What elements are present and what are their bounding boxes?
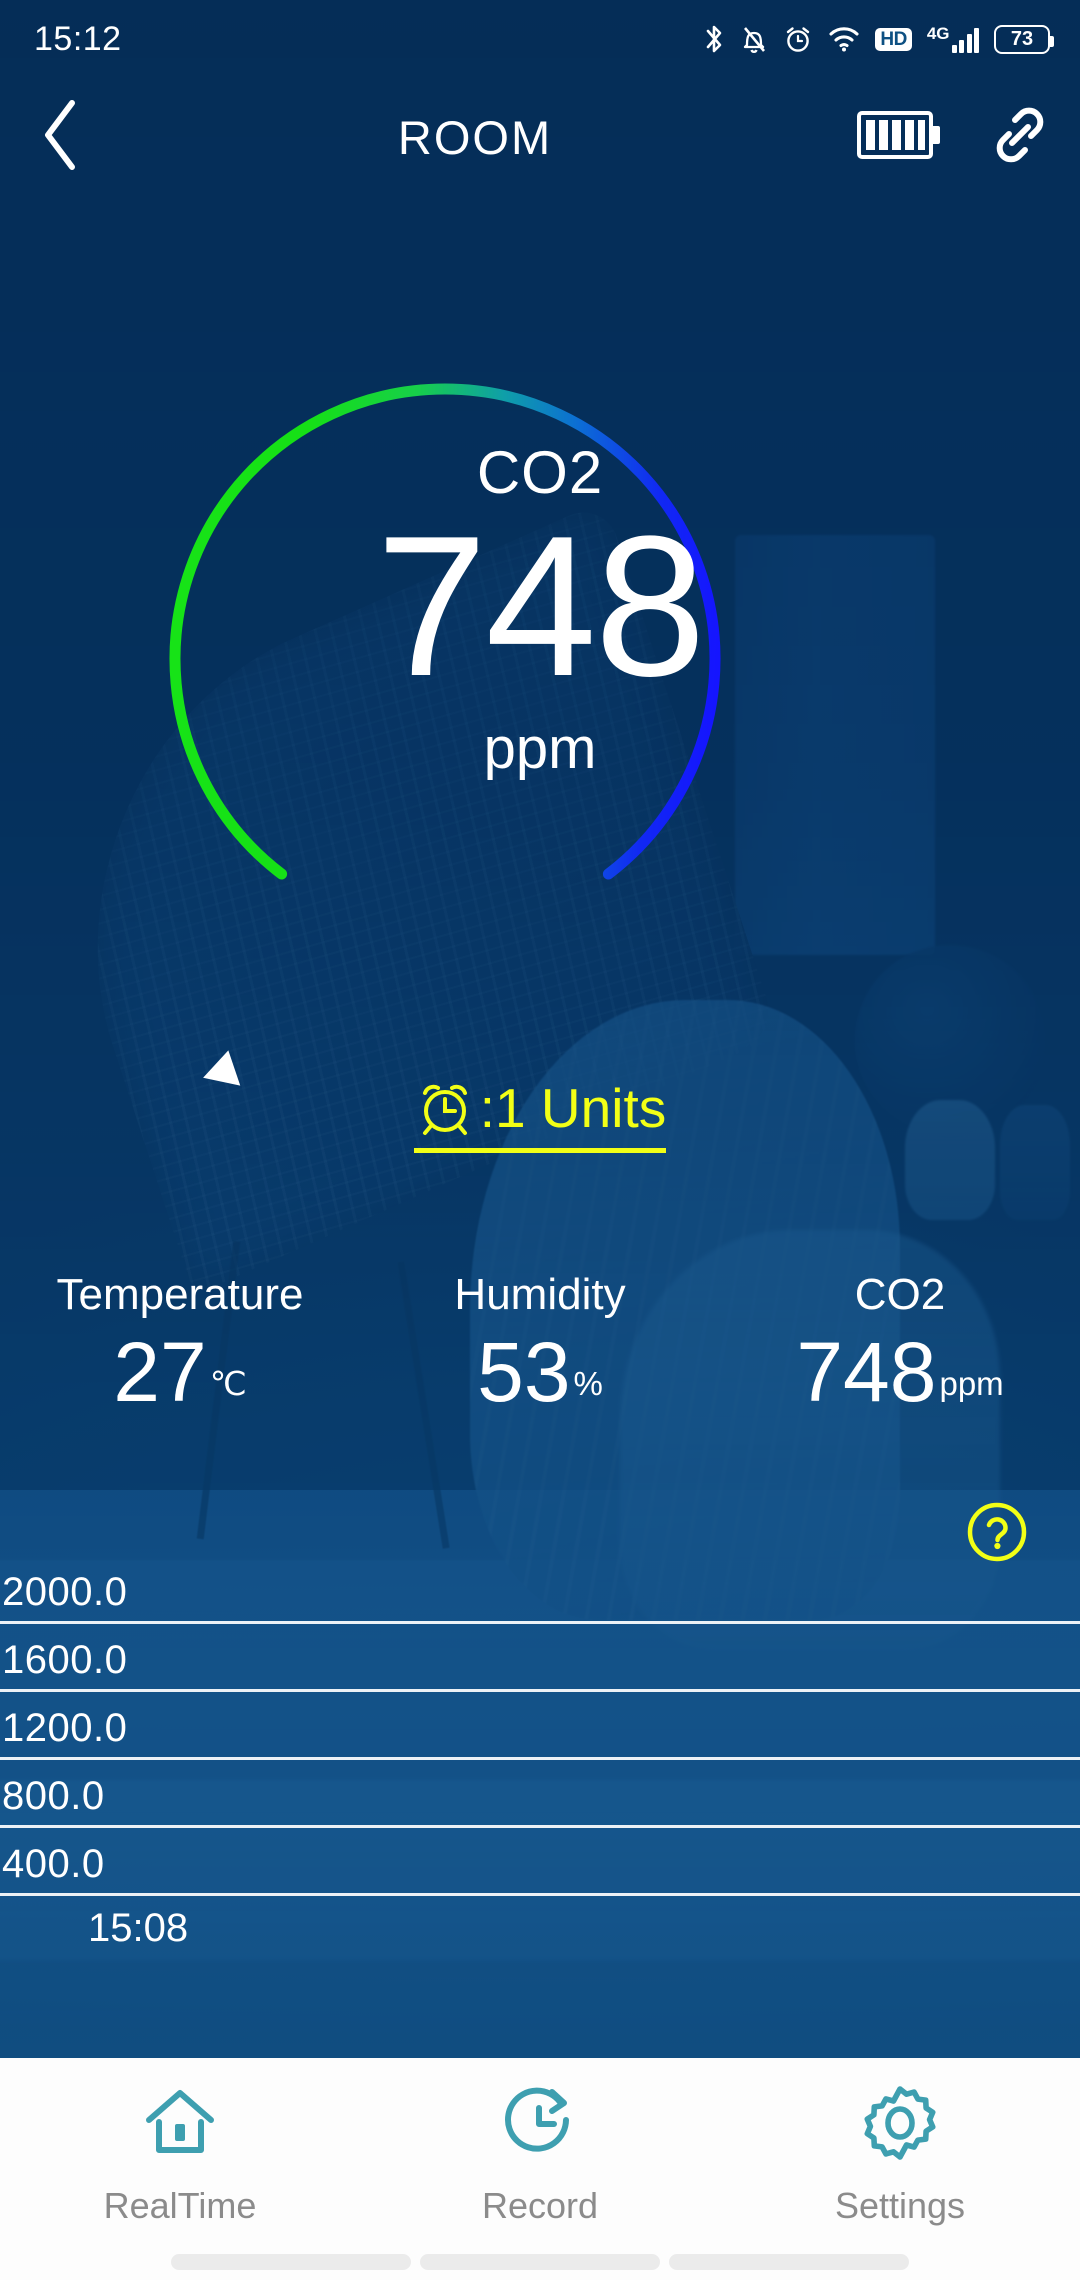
gesture-bar: [669, 2254, 909, 2270]
alarm-clock-icon: [414, 1075, 476, 1142]
metric-unit: ℃: [209, 1365, 247, 1403]
gesture-navigation-bars[interactable]: [0, 2254, 1080, 2280]
gear-icon: [857, 2080, 943, 2171]
home-icon: [137, 2080, 223, 2171]
metric-value: 53: [477, 1325, 571, 1419]
metric-humidity: Humidity 53 %: [360, 1270, 720, 1419]
status-bar-clock: 15:12: [34, 19, 122, 58]
alarm-icon: [783, 24, 813, 54]
chart-gridline: 800.0: [0, 1760, 1080, 1828]
co2-gauge: CO2 748 ppm: [0, 230, 1080, 1086]
device-battery-icon: [857, 109, 943, 166]
hd-icon: HD: [875, 27, 912, 51]
chart-gridline: 400.0: [0, 1828, 1080, 1896]
bluetooth-icon: [703, 23, 725, 55]
chart-y-tick: 1200.0: [2, 1706, 128, 1750]
metric-title: Humidity: [454, 1270, 626, 1319]
help-circle-icon: [965, 1502, 1029, 1568]
chart-y-tick: 2000.0: [2, 1570, 128, 1614]
metric-unit: ppm: [939, 1365, 1004, 1403]
nav-item-record[interactable]: Record: [360, 2080, 720, 2227]
nav-label: Settings: [834, 2185, 966, 2226]
chart-gridline: 1200.0: [0, 1692, 1080, 1760]
metric-value: 748: [796, 1325, 937, 1419]
bottom-navigation: RealTime Record Settings: [0, 2058, 1080, 2280]
metric-unit: %: [573, 1365, 603, 1403]
chevron-left-icon: [36, 97, 84, 178]
app-header: ROOM: [0, 82, 1080, 192]
gesture-bar: [420, 2254, 660, 2270]
help-button[interactable]: [965, 1500, 1029, 1569]
alarm-row: :1 Units: [0, 1075, 1080, 1153]
gauge-arc: [169, 383, 721, 880]
chart-y-tick: 800.0: [2, 1774, 105, 1818]
back-button[interactable]: [0, 97, 120, 178]
status-bar: 15:12 HD 4G 73: [0, 0, 1080, 78]
chart-x-axis: 15:08: [0, 1896, 1080, 1966]
alarm-units-button[interactable]: :1 Units: [413, 1075, 667, 1153]
metric-temperature: Temperature 27 ℃: [0, 1270, 360, 1419]
app-root: 15:12 HD 4G 73 ROOM CO2 748 ppm:1 Units…: [0, 0, 1080, 2280]
bell-muted-icon: [740, 24, 768, 54]
link-icon: [987, 102, 1053, 173]
metric-value: 27: [113, 1325, 207, 1419]
status-bar-icons: HD 4G 73: [703, 23, 1054, 55]
battery-icon: 73: [994, 24, 1054, 54]
chart-x-tick: 15:08: [88, 1906, 189, 1950]
co2-history-chart[interactable]: 2000.0 1600.0 1200.0 800.0 400.0 15:08: [0, 1556, 1080, 1950]
chart-gridline: 1600.0: [0, 1624, 1080, 1692]
gesture-bar: [171, 2254, 411, 2270]
alarm-units-label: :1 Units: [479, 1077, 667, 1139]
nav-label: RealTime: [103, 2185, 257, 2226]
nav-item-settings[interactable]: Settings: [720, 2080, 1080, 2227]
clock-history-icon: [497, 2080, 583, 2171]
chart-y-tick: 400.0: [2, 1842, 105, 1886]
metric-title: CO2: [854, 1270, 946, 1319]
wifi-icon: [828, 25, 860, 53]
signal-4g-icon: 4G: [927, 25, 979, 53]
link-button[interactable]: [960, 102, 1080, 173]
chart-gridline: 2000.0: [0, 1556, 1080, 1624]
page-title: ROOM: [397, 110, 553, 164]
chart-y-tick: 1600.0: [2, 1638, 128, 1682]
nav-label: Record: [481, 2185, 599, 2226]
metric-co2: CO2 748 ppm: [720, 1270, 1080, 1419]
nav-item-realtime[interactable]: RealTime: [0, 2080, 360, 2227]
metrics-row: Temperature 27 ℃ Humidity 53 % CO2 748 p…: [0, 1270, 1080, 1419]
device-battery-indicator: [840, 109, 960, 166]
metric-title: Temperature: [56, 1270, 304, 1319]
